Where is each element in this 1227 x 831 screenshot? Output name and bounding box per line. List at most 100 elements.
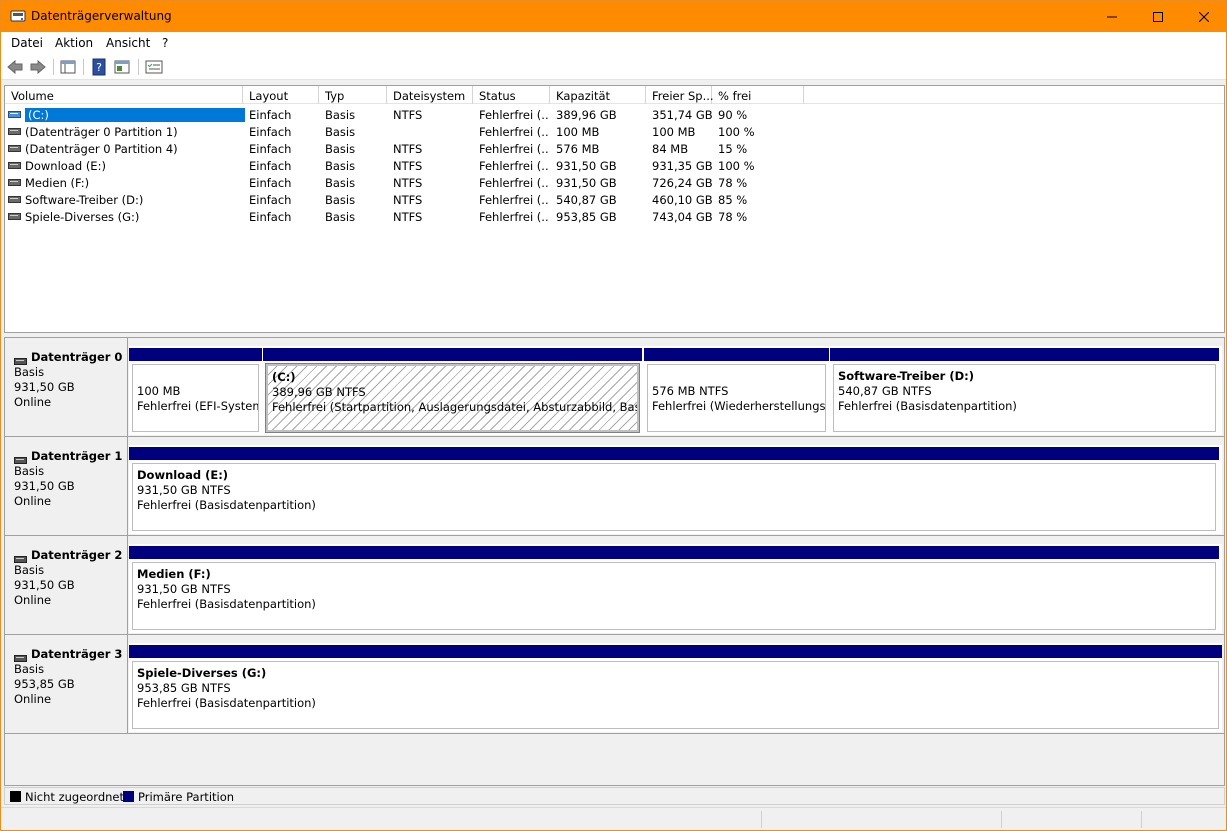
partition-name: (C:) bbox=[272, 370, 296, 384]
primary-partition-bar bbox=[830, 348, 1219, 361]
minimize-icon bbox=[1107, 16, 1117, 17]
disk-name: Datenträger 2 bbox=[31, 548, 123, 562]
arrow-left-icon bbox=[7, 59, 23, 75]
volume-row[interactable]: Spiele-Diverses (G:) Einfach Basis NTFS Fehl… bbox=[5, 208, 1224, 225]
disk-info[interactable]: Datenträger 1 Basis 931,50 GB Online bbox=[5, 437, 128, 535]
cell-percent-free: 100 % bbox=[718, 159, 755, 173]
menu-help[interactable]: ? bbox=[162, 36, 168, 50]
partition-size: 953,85 GB NTFS bbox=[137, 681, 231, 695]
help-button[interactable]: ? bbox=[90, 58, 110, 76]
cell-percent-free: 100 % bbox=[718, 125, 755, 139]
cell-filesystem: NTFS bbox=[393, 108, 423, 122]
column-status[interactable]: Status bbox=[473, 86, 550, 104]
console-tree-button[interactable] bbox=[59, 58, 79, 76]
partition-details: 576 MB NTFS Fehlerfrei (Wiederherstellun… bbox=[647, 364, 826, 432]
disk-info[interactable]: Datenträger 3 Basis 953,85 GB Online bbox=[5, 635, 128, 733]
partition-block[interactable]: Software-Treiber (D:) 540,87 GB NTFS Feh… bbox=[830, 348, 1219, 434]
legend-swatch-primary bbox=[123, 791, 134, 802]
properties-button[interactable] bbox=[113, 58, 133, 76]
forward-button[interactable] bbox=[29, 58, 49, 76]
partition-details: (C:) 389,96 GB NTFS Fehlerfrei (Startpar… bbox=[265, 363, 640, 433]
partition-block[interactable]: (C:) 389,96 GB NTFS Fehlerfrei (Startpar… bbox=[263, 348, 642, 434]
drive-icon bbox=[8, 111, 21, 118]
disk-management-icon bbox=[10, 10, 26, 22]
volume-row[interactable]: Software-Treiber (D:) Einfach Basis NTFS Feh… bbox=[5, 191, 1224, 208]
disk-row: Datenträger 0 Basis 931,50 GB Online 100… bbox=[5, 338, 1224, 437]
cell-filesystem: NTFS bbox=[393, 193, 423, 207]
volume-row[interactable]: (Datenträger 0 Partition 1) Einfach Basis F… bbox=[5, 123, 1224, 140]
disk-size: 931,50 GB bbox=[14, 479, 75, 493]
disk-type: Basis bbox=[14, 464, 45, 478]
volume-list-header: Volume Layout Typ Dateisystem Status Kap… bbox=[5, 86, 1224, 104]
title-bar[interactable]: Datenträgerverwaltung bbox=[1, 1, 1226, 32]
cell-status: Fehlerfrei (... bbox=[479, 210, 549, 224]
menu-bar: Datei Aktion Ansicht ? bbox=[1, 32, 1226, 54]
column-dateisystem[interactable]: Dateisystem bbox=[387, 86, 473, 104]
cell-filesystem: NTFS bbox=[393, 176, 423, 190]
disk-info[interactable]: Datenträger 0 Basis 931,50 GB Online bbox=[5, 338, 128, 436]
legend: Nicht zugeordnet Primäre Partition bbox=[4, 787, 1225, 805]
column-freier-speicher[interactable]: Freier Sp... bbox=[646, 86, 714, 104]
minimize-button[interactable] bbox=[1089, 1, 1135, 32]
menu-datei[interactable]: Datei bbox=[11, 36, 43, 50]
svg-text:?: ? bbox=[96, 61, 102, 74]
partition-status: Fehlerfrei (Basisdatenpartition) bbox=[137, 597, 316, 611]
partition-size: 389,96 GB NTFS bbox=[272, 385, 366, 399]
cell-percent-free: 78 % bbox=[718, 176, 748, 190]
partition-strip: 100 MB Fehlerfrei (EFI-Systempartition) … bbox=[129, 346, 1222, 435]
partition-block[interactable]: 100 MB Fehlerfrei (EFI-Systempartition) bbox=[129, 348, 262, 434]
cell-capacity: 931,50 GB bbox=[556, 176, 617, 190]
cell-layout: Einfach bbox=[249, 142, 292, 156]
toolbar-separator bbox=[53, 59, 54, 75]
disk-icon bbox=[14, 552, 27, 563]
close-button[interactable] bbox=[1181, 1, 1227, 32]
legend-label-unallocated: Nicht zugeordnet bbox=[25, 790, 125, 804]
column-kapazitaet[interactable]: Kapazität bbox=[550, 86, 646, 104]
cell-capacity: 931,50 GB bbox=[556, 159, 617, 173]
cell-layout: Einfach bbox=[249, 210, 292, 224]
menu-ansicht[interactable]: Ansicht bbox=[106, 36, 150, 50]
back-button[interactable] bbox=[6, 58, 26, 76]
list-view-button[interactable] bbox=[145, 58, 165, 76]
disk-name-wrap: Datenträger 3 bbox=[14, 647, 127, 662]
disk-type: Basis bbox=[14, 662, 45, 676]
maximize-button[interactable] bbox=[1135, 1, 1181, 32]
cell-status: Fehlerfrei (... bbox=[479, 159, 549, 173]
drive-icon bbox=[8, 162, 21, 169]
volume-row[interactable]: (Datenträger 0 Partition 4) Einfach Basis N… bbox=[5, 140, 1224, 157]
partition-size: 540,87 GB NTFS bbox=[838, 384, 932, 398]
disk-info[interactable]: Datenträger 2 Basis 931,50 GB Online bbox=[5, 536, 128, 634]
cell-layout: Einfach bbox=[249, 159, 292, 173]
partition-details: Download (E:) 931,50 GB NTFS Fehlerfrei … bbox=[132, 463, 1216, 531]
partition-details: Spiele-Diverses (G:) 953,85 GB NTFS Fehl… bbox=[132, 661, 1219, 729]
primary-partition-bar bbox=[129, 348, 262, 361]
cell-status: Fehlerfrei (... bbox=[479, 176, 549, 190]
cell-status: Fehlerfrei (... bbox=[479, 193, 549, 207]
menu-aktion[interactable]: Aktion bbox=[55, 36, 93, 50]
volume-row[interactable]: Medien (F:) Einfach Basis NTFS Fehlerfrei (.… bbox=[5, 174, 1224, 191]
partition-block[interactable]: 576 MB NTFS Fehlerfrei (Wiederherstellun… bbox=[644, 348, 829, 434]
partition-block[interactable]: Spiele-Diverses (G:) 953,85 GB NTFS Fehl… bbox=[129, 645, 1222, 731]
cell-volume: (Datenträger 0 Partition 1) bbox=[25, 125, 178, 139]
disk-size: 953,85 GB bbox=[14, 677, 75, 691]
cell-status: Fehlerfrei (... bbox=[479, 142, 549, 156]
column-layout[interactable]: Layout bbox=[243, 86, 319, 104]
toolbar-separator bbox=[83, 59, 84, 75]
volume-row[interactable]: (C:) Einfach Basis NTFS Fehlerfrei (... 389,9… bbox=[5, 106, 1224, 123]
column-prozent-frei[interactable]: % frei bbox=[712, 86, 804, 104]
volume-list: Volume Layout Typ Dateisystem Status Kap… bbox=[4, 85, 1225, 333]
column-typ[interactable]: Typ bbox=[319, 86, 387, 104]
column-volume[interactable]: Volume bbox=[5, 86, 243, 104]
partition-size: 931,50 GB NTFS bbox=[137, 582, 231, 596]
partition-block[interactable]: Medien (F:) 931,50 GB NTFS Fehlerfrei (B… bbox=[129, 546, 1219, 632]
cell-layout: Einfach bbox=[249, 176, 292, 190]
partition-size: 100 MB bbox=[137, 384, 181, 398]
volume-row[interactable]: Download (E:) Einfach Basis NTFS Fehlerfrei … bbox=[5, 157, 1224, 174]
disk-type: Basis bbox=[14, 563, 45, 577]
partition-block[interactable]: Download (E:) 931,50 GB NTFS Fehlerfrei … bbox=[129, 447, 1219, 533]
cell-type: Basis bbox=[325, 125, 356, 139]
cell-layout: Einfach bbox=[249, 108, 292, 122]
toolbar: ? bbox=[1, 54, 1226, 80]
disk-row: Datenträger 1 Basis 931,50 GB Online Dow… bbox=[5, 437, 1224, 536]
disk-state: Online bbox=[14, 692, 52, 706]
